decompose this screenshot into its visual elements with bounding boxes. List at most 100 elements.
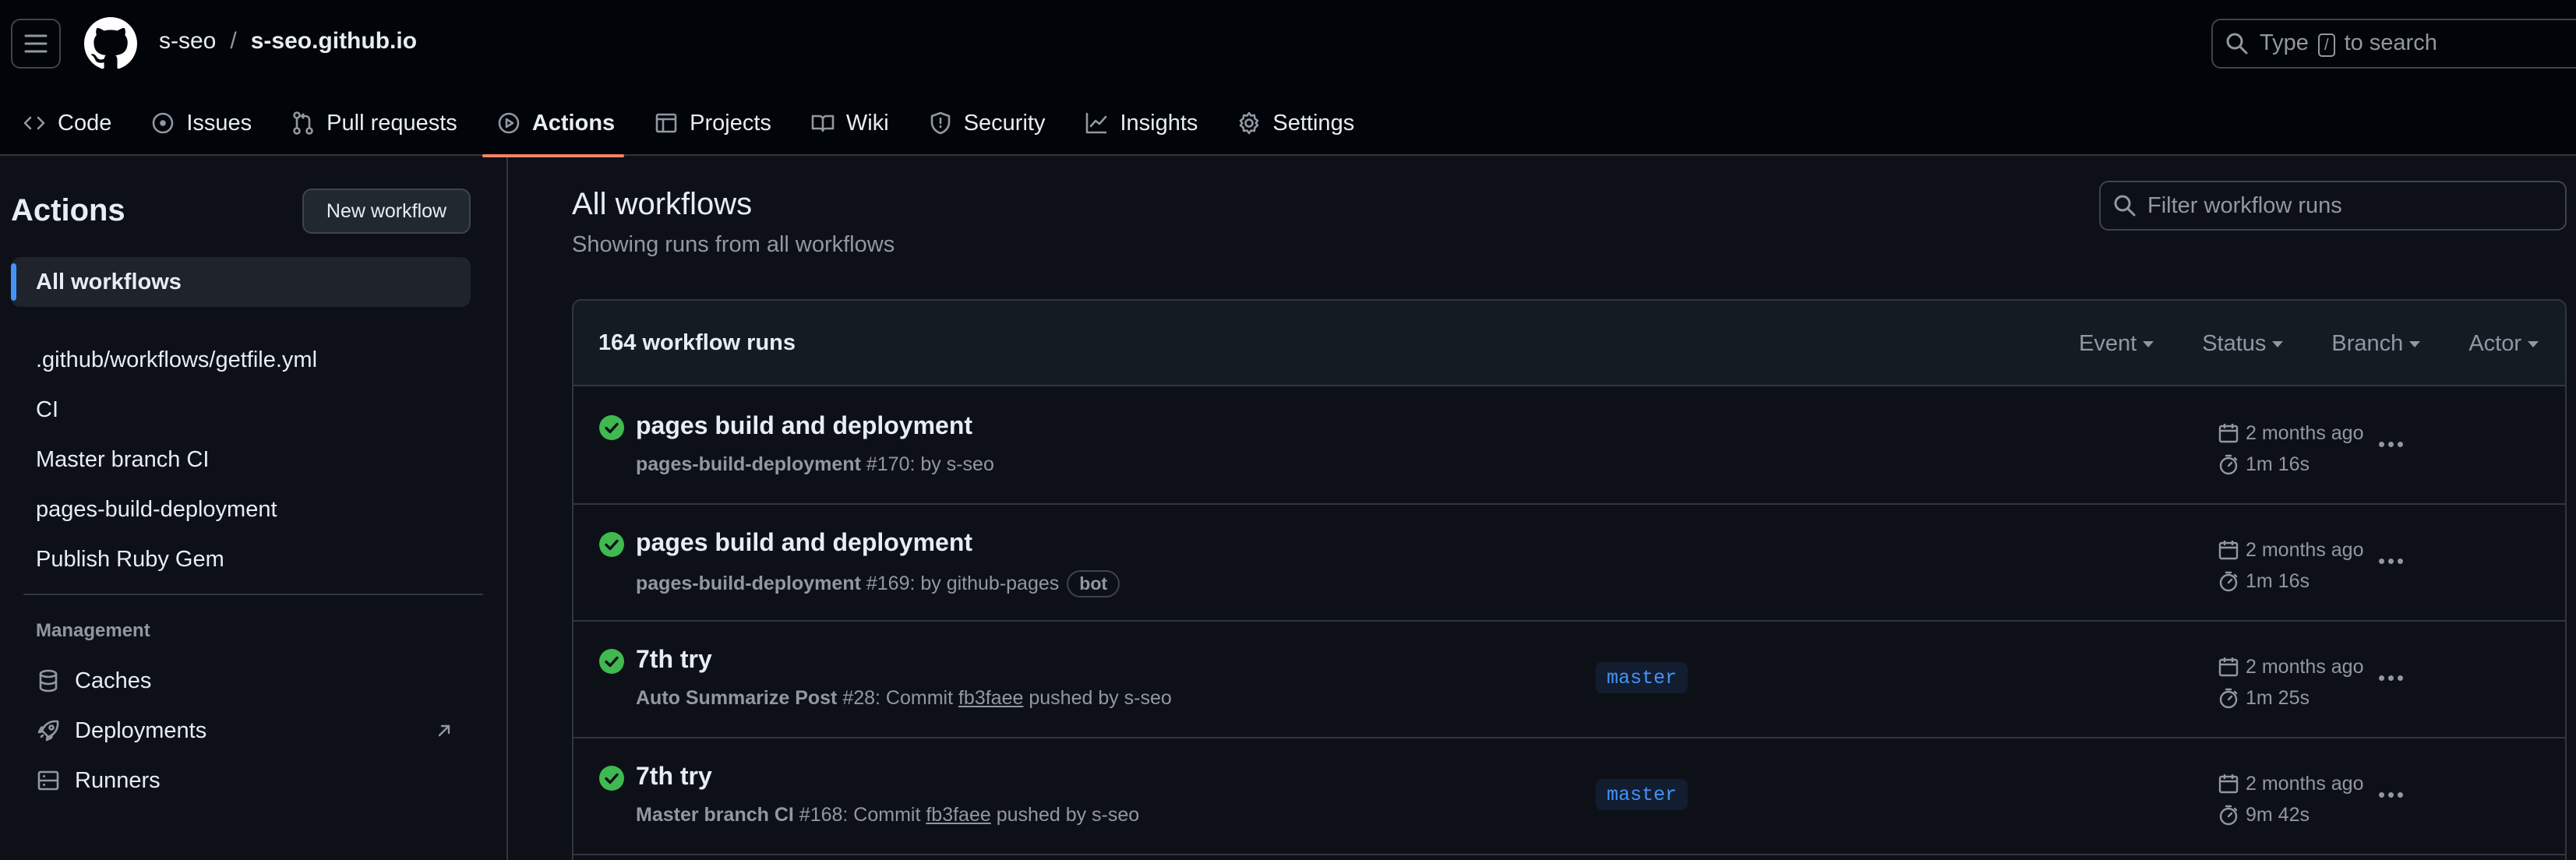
run-meta: Auto Summarize Post #28: Commit fb3faee …	[636, 687, 1172, 710]
success-check-icon	[599, 415, 624, 440]
run-title[interactable]: pages build and deployment	[636, 528, 972, 557]
run-date: 2 months ago	[2246, 538, 2364, 561]
tab-security[interactable]: Security	[906, 90, 1063, 156]
tab-code[interactable]: Code	[0, 90, 129, 156]
run-meta: Master branch CI #168: Commit fb3faee pu…	[636, 804, 1140, 827]
commit-sha-link[interactable]: fb3faee	[958, 687, 1023, 710]
run-title[interactable]: pages build and deployment	[636, 411, 972, 440]
run-title[interactable]: 7th try	[636, 762, 712, 791]
run-more-button[interactable]	[2369, 539, 2412, 583]
new-workflow-button[interactable]: New workflow	[302, 189, 471, 234]
sidebar-item-workflow[interactable]: Master branch CI	[11, 435, 471, 485]
actor-filter[interactable]: Actor	[2468, 331, 2539, 357]
github-logo-icon[interactable]	[84, 17, 137, 70]
table-row[interactable]: pages build and deployment pages-build-d…	[573, 388, 2565, 505]
sidebar-item-workflow[interactable]: CI	[11, 385, 471, 435]
global-search-input[interactable]: Type / to search	[2211, 19, 2576, 69]
tab-projects[interactable]: Projects	[632, 90, 789, 156]
sidebar-item-workflow[interactable]: .github/workflows/getfile.yml	[11, 335, 471, 385]
filter-workflow-runs-input[interactable]: Filter workflow runs	[2099, 181, 2567, 231]
breadcrumb-separator: /	[230, 28, 237, 54]
code-icon	[23, 116, 45, 130]
management-list: Caches Deployments Runners	[11, 656, 471, 805]
tab-pull-requests[interactable]: Pull requests	[269, 90, 475, 156]
hamburger-icon	[24, 34, 48, 53]
run-title[interactable]: 7th try	[636, 645, 712, 674]
tab-insights-label: Insights	[1120, 110, 1198, 136]
tab-insights[interactable]: Insights	[1062, 90, 1215, 156]
run-more-button[interactable]	[2369, 656, 2412, 700]
run-timing: 2 months ago 1m 25s	[2218, 651, 2364, 714]
workflow-runs-table: 164 workflow runs Event Status Branch Ac…	[572, 299, 2567, 860]
branch-filter[interactable]: Branch	[2331, 331, 2420, 357]
repo-nav: Code Issues Pull requests Actions Projec…	[0, 90, 1371, 157]
sidebar-item-workflow[interactable]: pages-build-deployment	[11, 485, 471, 534]
database-icon	[39, 669, 58, 693]
tab-code-label: Code	[58, 110, 112, 136]
success-check-icon	[599, 532, 624, 557]
tab-wiki-label: Wiki	[845, 110, 889, 136]
page-subtitle: Showing runs from all workflows	[572, 232, 895, 257]
stopwatch-icon	[2219, 454, 2238, 475]
breadcrumb-owner[interactable]: s-seo	[159, 28, 216, 55]
kebab-icon	[2378, 441, 2384, 447]
slash-key-hint: /	[2317, 33, 2335, 57]
kebab-icon	[2378, 791, 2384, 798]
graph-icon	[1086, 112, 1107, 134]
table-row[interactable]: 7th try Auto Summarize Post #28: Commit …	[573, 622, 2565, 738]
deployments-label: Deployments	[75, 717, 207, 743]
run-more-button[interactable]	[2369, 773, 2412, 816]
sidebar-item-runners[interactable]: Runners	[11, 756, 471, 805]
tab-settings[interactable]: Settings	[1215, 90, 1371, 156]
pull-request-icon	[293, 111, 313, 135]
tab-actions[interactable]: Actions	[475, 90, 632, 157]
table-row[interactable]: pages build and deployment pages-build-d…	[573, 505, 2565, 622]
run-duration: 1m 16s	[2246, 569, 2310, 592]
run-more-button[interactable]	[2369, 422, 2412, 466]
branch-label[interactable]: master	[1596, 779, 1689, 810]
search-icon	[2114, 195, 2136, 217]
server-icon	[37, 770, 59, 791]
calendar-icon	[2218, 541, 2239, 560]
tab-actions-label: Actions	[531, 110, 616, 136]
caches-label: Caches	[75, 668, 152, 693]
stopwatch-icon	[2219, 688, 2238, 709]
table-row[interactable]: 7th try Master branch CI #168: Commit fb…	[573, 738, 2565, 855]
play-icon	[498, 112, 520, 134]
run-timing: 2 months ago 1m 16s	[2218, 534, 2364, 597]
run-timing: 2 months ago 1m 16s	[2218, 418, 2364, 480]
run-date: 2 months ago	[2246, 421, 2364, 444]
book-icon	[811, 115, 835, 132]
sidebar-item-all-workflows[interactable]: All workflows	[11, 257, 471, 307]
sidebar-item-workflow[interactable]: Publish Ruby Gem	[11, 534, 471, 584]
stopwatch-icon	[2219, 805, 2238, 826]
sidebar-divider	[23, 594, 483, 595]
rocket-icon	[37, 720, 59, 742]
commit-sha-link[interactable]: fb3faee	[926, 804, 990, 827]
tab-wiki[interactable]: Wiki	[789, 90, 906, 156]
issue-icon	[153, 112, 174, 134]
run-date: 2 months ago	[2246, 655, 2364, 678]
breadcrumb-repo[interactable]: s-seo.github.io	[251, 28, 417, 55]
sidebar-item-deployments[interactable]: Deployments	[11, 706, 471, 756]
bot-badge: bot	[1067, 570, 1120, 597]
run-meta: pages-build-deployment #169: by github-p…	[636, 570, 1120, 597]
table-icon	[655, 113, 677, 133]
event-filter[interactable]: Event	[2079, 331, 2154, 357]
menu-button[interactable]	[11, 19, 61, 69]
tab-issues[interactable]: Issues	[129, 90, 269, 156]
branch-label[interactable]: master	[1596, 662, 1689, 693]
shield-icon	[930, 111, 950, 135]
runs-count: 164 workflow runs	[598, 330, 796, 355]
run-date: 2 months ago	[2246, 772, 2364, 795]
external-link-icon	[438, 724, 450, 737]
tab-issues-label: Issues	[186, 110, 252, 136]
sidebar-item-caches[interactable]: Caches	[11, 656, 471, 706]
app-header: s-seo / s-seo.github.io Type / to search…	[0, 0, 2576, 157]
status-filter[interactable]: Status	[2202, 331, 2283, 357]
run-duration: 9m 42s	[2246, 803, 2310, 826]
success-check-icon	[599, 649, 624, 674]
tab-security-label: Security	[963, 110, 1046, 136]
workflow-list: .github/workflows/getfile.yml CI Master …	[11, 335, 471, 584]
runners-label: Runners	[75, 767, 161, 793]
